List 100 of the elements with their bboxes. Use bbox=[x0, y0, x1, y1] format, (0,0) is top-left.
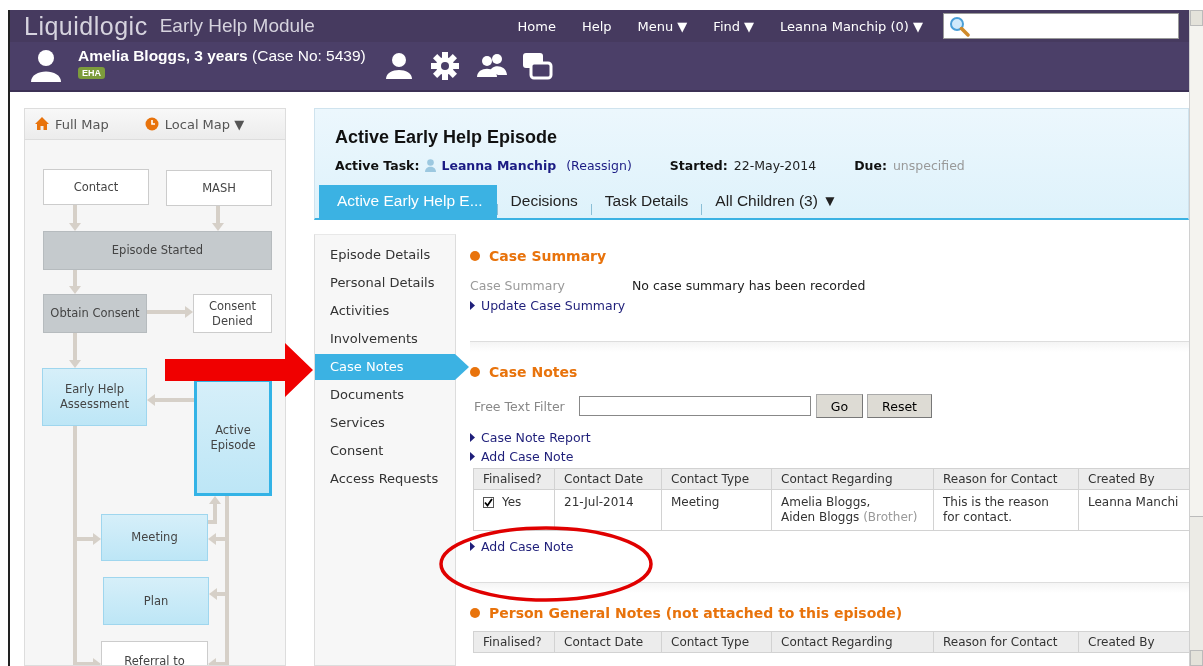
nav-link[interactable]: Help bbox=[581, 18, 612, 34]
checkmark-icon bbox=[484, 498, 493, 507]
link[interactable]: Add Case Note bbox=[470, 449, 591, 464]
nav-link[interactable]: Find ▼ bbox=[713, 18, 755, 34]
connector-arrow bbox=[208, 658, 225, 665]
connector-arrow bbox=[147, 394, 194, 406]
link[interactable]: Update Case Summary bbox=[470, 298, 626, 313]
column-header[interactable]: Reason for Contact bbox=[933, 631, 1079, 653]
button[interactable]: Go bbox=[815, 394, 864, 418]
logo: Liquidlogic bbox=[24, 11, 148, 41]
nav-item[interactable]: Involvements bbox=[315, 325, 469, 353]
column-header[interactable]: Contact Type bbox=[661, 468, 772, 490]
nav-item[interactable]: Services bbox=[315, 409, 469, 437]
column-header[interactable]: Created By bbox=[1078, 631, 1189, 653]
flow-node[interactable]: Contact bbox=[43, 169, 149, 205]
triangle-icon bbox=[470, 542, 475, 551]
search-field[interactable] bbox=[943, 13, 1179, 39]
nav-item[interactable]: Consent bbox=[315, 437, 469, 465]
reassign-link[interactable]: (Reassign) bbox=[566, 158, 632, 173]
connector-arrow bbox=[212, 206, 224, 231]
triangle-icon bbox=[470, 301, 475, 310]
flow-node[interactable]: Episode Started bbox=[43, 231, 272, 270]
field-label: Case Summary bbox=[470, 278, 566, 293]
house-icon bbox=[35, 117, 49, 131]
table-cell: This is the reason for contact. bbox=[933, 489, 1079, 531]
column-header[interactable]: Finalised? bbox=[473, 468, 555, 490]
search-icon bbox=[948, 15, 970, 37]
field-label: Due: bbox=[854, 158, 887, 173]
user-link[interactable]: Leanna Manchip bbox=[441, 158, 557, 173]
filter-field[interactable] bbox=[578, 396, 811, 416]
scrollbar[interactable] bbox=[1189, 10, 1203, 666]
column-header[interactable]: Contact Regarding bbox=[771, 631, 934, 653]
connector-arrow bbox=[77, 533, 101, 545]
connector-arrow bbox=[69, 205, 81, 231]
flow-node[interactable]: Active Episode bbox=[194, 379, 272, 496]
nav-item[interactable]: Activities bbox=[315, 297, 469, 325]
flow-node[interactable]: Obtain Consent bbox=[43, 294, 147, 333]
settings-icon[interactable] bbox=[429, 51, 462, 81]
flow-node[interactable]: Early Help Assessment bbox=[42, 368, 147, 426]
field-value: No case summary has been recorded bbox=[632, 278, 866, 293]
field-value: 22-May-2014 bbox=[733, 158, 817, 173]
status-badge: EHA bbox=[78, 67, 105, 79]
column-header[interactable]: Contact Regarding bbox=[771, 468, 934, 490]
tab[interactable]: Decisions bbox=[497, 185, 591, 218]
tab[interactable]: All Children (3) ▼ bbox=[702, 185, 851, 218]
flow-node[interactable]: Referral to bbox=[101, 641, 208, 665]
bullet-icon bbox=[470, 367, 480, 377]
triangle-icon bbox=[470, 433, 475, 442]
person-icon bbox=[30, 48, 62, 84]
connector-arrow bbox=[208, 533, 225, 545]
checkbox[interactable] bbox=[483, 497, 494, 508]
connector-arrow bbox=[147, 306, 193, 318]
section-heading: Case Summary bbox=[489, 248, 607, 264]
connector-arrow bbox=[208, 496, 221, 524]
flow-node[interactable]: MASH bbox=[166, 170, 272, 206]
module-title: Early Help Module bbox=[159, 15, 315, 37]
table-cell: 21-Jul-2014 bbox=[554, 489, 662, 531]
connector-arrow bbox=[69, 270, 81, 294]
link[interactable]: Add Case Note bbox=[470, 539, 574, 554]
column-header[interactable]: Finalised? bbox=[473, 631, 555, 653]
section-heading: Person General Notes (not attached to this episode) bbox=[489, 605, 903, 621]
table-cell: Amelia Bloggs, Aiden Bloggs (Brother) bbox=[771, 489, 934, 531]
field-label: Active Task: bbox=[335, 158, 420, 173]
button[interactable]: Reset bbox=[867, 394, 932, 418]
flow-node[interactable]: Consent Denied bbox=[193, 294, 272, 333]
map-button[interactable]: Local Map ▼ bbox=[144, 116, 245, 132]
nav-link[interactable]: Menu ▼ bbox=[637, 18, 688, 34]
section-heading: Case Notes bbox=[489, 364, 578, 380]
column-header[interactable]: Contact Type bbox=[661, 631, 772, 653]
nav-item[interactable]: Personal Details bbox=[315, 269, 469, 297]
column-header[interactable]: Created By bbox=[1078, 468, 1189, 490]
person-icon bbox=[425, 159, 437, 172]
bullet-icon bbox=[470, 251, 480, 261]
column-header[interactable]: Contact Date bbox=[554, 631, 662, 653]
person-name: Amelia Bloggs, 3 years (Case No: 5439) bbox=[78, 47, 366, 65]
flow-node[interactable]: Meeting bbox=[101, 514, 208, 561]
field-label: Started: bbox=[669, 158, 728, 173]
connector-arrow bbox=[209, 588, 225, 600]
field-label: Free Text Filter bbox=[474, 398, 565, 414]
tab[interactable]: Task Details bbox=[591, 185, 702, 218]
map-button[interactable]: Full Map bbox=[35, 116, 109, 132]
windows-icon[interactable] bbox=[521, 51, 554, 81]
nav-link[interactable]: Home bbox=[517, 18, 556, 34]
flow-node[interactable]: Plan bbox=[103, 577, 209, 625]
connector-arrow bbox=[77, 658, 101, 665]
episode-title: Active Early Help Episode bbox=[335, 127, 559, 148]
field-value: unspecified bbox=[892, 158, 965, 173]
connector-arrow bbox=[69, 333, 81, 368]
bullet-icon bbox=[470, 608, 480, 618]
nav-item[interactable]: Episode Details bbox=[315, 241, 469, 269]
nav-link[interactable]: Leanna Manchip (0) ▼ bbox=[780, 18, 923, 34]
link[interactable]: Case Note Report bbox=[470, 430, 591, 445]
clock-icon bbox=[144, 117, 159, 131]
nav-item[interactable]: Documents bbox=[315, 381, 469, 409]
table-cell: Meeting bbox=[661, 489, 772, 531]
column-header[interactable]: Contact Date bbox=[554, 468, 662, 490]
nav-item[interactable]: Access Requests bbox=[315, 465, 469, 493]
column-header[interactable]: Reason for Contact bbox=[933, 468, 1079, 490]
table-cell-text: Yes bbox=[502, 495, 522, 510]
triangle-icon bbox=[470, 452, 475, 461]
